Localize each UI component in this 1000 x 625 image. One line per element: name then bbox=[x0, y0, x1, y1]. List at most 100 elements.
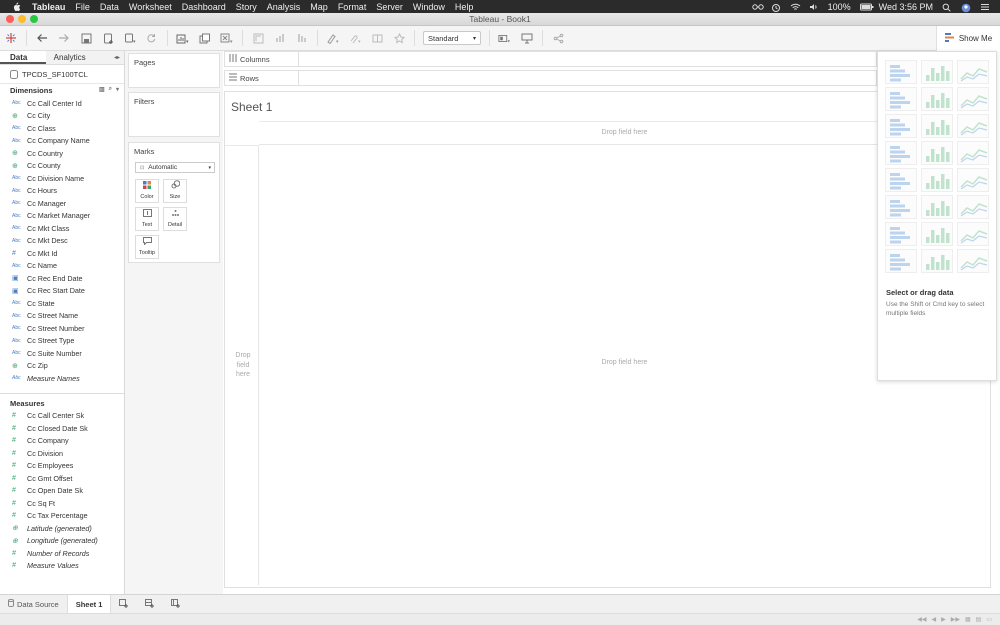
dimension-field[interactable]: Abc Cc Suite Number bbox=[0, 347, 124, 360]
columns-shelf[interactable]: Columns bbox=[224, 51, 877, 67]
measure-field[interactable]: ⊕ Longitude (generated) bbox=[0, 535, 124, 548]
text-button[interactable]: Text bbox=[135, 207, 159, 231]
chart-type-side-by-side-circles-icon[interactable] bbox=[957, 141, 989, 165]
chart-type-line-discrete-icon[interactable] bbox=[921, 168, 953, 192]
user-avatar-icon[interactable] bbox=[961, 3, 971, 12]
chevron-down-icon[interactable]: ▾ bbox=[116, 86, 119, 93]
chart-type-text-table-icon[interactable] bbox=[885, 60, 917, 84]
new-dashboard-tab-button[interactable] bbox=[137, 595, 163, 614]
dimension-field[interactable]: Abc Cc Mkt Desc bbox=[0, 235, 124, 248]
save-icon[interactable] bbox=[79, 31, 93, 45]
show-sheet-sorter-icon[interactable]: ▤ bbox=[976, 616, 982, 623]
chart-type-circle-view-icon[interactable] bbox=[921, 141, 953, 165]
measure-field[interactable]: # Cc Gmt Offset bbox=[0, 472, 124, 485]
show-cards-icon[interactable]: ▾ bbox=[498, 31, 512, 45]
sort-ascending-icon[interactable] bbox=[273, 31, 287, 45]
chart-type-gantt-chart-icon[interactable] bbox=[885, 249, 917, 273]
menu-analysis[interactable]: Analysis bbox=[267, 2, 301, 12]
menu-help[interactable]: Help bbox=[455, 2, 474, 12]
dimension-field[interactable]: ⊕ Cc County bbox=[0, 160, 124, 173]
chart-type-heat-map-icon[interactable] bbox=[921, 60, 953, 84]
sort-descending-icon[interactable] bbox=[295, 31, 309, 45]
tableau-logo-icon[interactable] bbox=[4, 31, 18, 45]
menubar-clock[interactable]: Wed 3:56 PM bbox=[879, 2, 933, 12]
wifi-icon[interactable] bbox=[790, 3, 800, 11]
detail-button[interactable]: Detail bbox=[163, 207, 187, 231]
dimension-field[interactable]: Abc Measure Names bbox=[0, 372, 124, 385]
spotlight-search-icon[interactable] bbox=[942, 3, 952, 12]
measure-field[interactable]: # Cc Closed Date Sk bbox=[0, 422, 124, 435]
show-filmstrip-icon[interactable]: ▦ bbox=[965, 616, 971, 623]
measure-field[interactable]: # Cc Call Center Sk bbox=[0, 410, 124, 423]
battery-icon[interactable] bbox=[859, 3, 874, 11]
measure-field[interactable]: # Number of Records bbox=[0, 547, 124, 560]
refresh-icon[interactable] bbox=[145, 31, 159, 45]
chart-type-side-by-side-bars-icon[interactable] bbox=[957, 114, 989, 138]
sheet-title[interactable]: Sheet 1 bbox=[231, 100, 272, 114]
duplicate-sheet-icon[interactable] bbox=[198, 31, 212, 45]
chart-type-bullet-graph-icon[interactable] bbox=[921, 249, 953, 273]
measure-field[interactable]: # Cc Company bbox=[0, 435, 124, 448]
tab-analytics[interactable]: Analytics ◂▸ bbox=[45, 51, 124, 65]
dimension-field[interactable]: Abc Cc Hours bbox=[0, 185, 124, 198]
dimension-field[interactable]: # Cc Mkt Id bbox=[0, 247, 124, 260]
clear-sheet-icon[interactable]: ▾ bbox=[220, 31, 234, 45]
presentation-mode-icon[interactable] bbox=[520, 31, 534, 45]
dimension-field[interactable]: Abc Cc Division Name bbox=[0, 172, 124, 185]
tooltip-button[interactable]: Tooltip bbox=[135, 235, 159, 259]
dimension-field[interactable]: Abc Cc Street Number bbox=[0, 322, 124, 335]
dimension-field[interactable]: Abc Cc Street Type bbox=[0, 335, 124, 348]
data-source-tab[interactable]: Data Source bbox=[0, 595, 67, 614]
chart-type-histogram-icon[interactable] bbox=[921, 222, 953, 246]
collapse-arrow-icon[interactable]: ◂▸ bbox=[114, 51, 120, 65]
measure-field[interactable]: # Measure Values bbox=[0, 560, 124, 573]
dimension-field[interactable]: Abc Cc Company Name bbox=[0, 135, 124, 148]
chart-type-scatter-plot-icon[interactable] bbox=[885, 222, 917, 246]
dimension-field[interactable]: Abc Cc Call Center Id bbox=[0, 97, 124, 110]
glasses-icon[interactable] bbox=[751, 3, 764, 11]
pages-card[interactable]: Pages bbox=[128, 53, 220, 88]
search-icon[interactable]: ⌕ bbox=[109, 86, 112, 93]
dimension-field[interactable]: ⊕ Cc Country bbox=[0, 147, 124, 160]
filters-card[interactable]: Filters bbox=[128, 92, 220, 137]
sheet-1-tab[interactable]: Sheet 1 bbox=[66, 594, 112, 614]
measure-field[interactable]: # Cc Employees bbox=[0, 460, 124, 473]
dimension-field[interactable]: ⊕ Cc City bbox=[0, 110, 124, 123]
menu-file[interactable]: File bbox=[75, 2, 90, 12]
chart-type-line-continuous-icon[interactable] bbox=[885, 168, 917, 192]
pin-icon[interactable] bbox=[392, 31, 406, 45]
volume-icon[interactable] bbox=[809, 3, 819, 11]
view-toggle-icon[interactable]: ▥ bbox=[99, 86, 105, 93]
dimension-field[interactable]: ▣ Cc Rec Start Date bbox=[0, 285, 124, 298]
close-window-button[interactable] bbox=[6, 15, 14, 23]
dimension-field[interactable]: ▣ Cc Rec End Date bbox=[0, 272, 124, 285]
menu-data[interactable]: Data bbox=[100, 2, 119, 12]
show-me-button[interactable]: Show Me bbox=[936, 26, 1000, 51]
chart-type-horizontal-bars-icon[interactable] bbox=[885, 114, 917, 138]
attach-icon[interactable]: ▾ bbox=[348, 31, 362, 45]
new-datasource-icon[interactable] bbox=[101, 31, 115, 45]
menu-worksheet[interactable]: Worksheet bbox=[129, 2, 172, 12]
menu-map[interactable]: Map bbox=[310, 2, 328, 12]
menu-dashboard[interactable]: Dashboard bbox=[182, 2, 226, 12]
show-tabs-icon[interactable]: ▭ bbox=[986, 616, 992, 623]
share-icon[interactable] bbox=[551, 31, 565, 45]
fit-select[interactable]: Standard ▾ bbox=[423, 31, 481, 45]
menu-app-name[interactable]: Tableau bbox=[32, 2, 65, 12]
dimension-field[interactable]: Abc Cc Manager bbox=[0, 197, 124, 210]
chart-type-stacked-bars-icon[interactable] bbox=[921, 114, 953, 138]
tab-data[interactable]: Data bbox=[0, 51, 46, 64]
pause-updates-icon[interactable]: ▾ bbox=[123, 31, 137, 45]
menu-server[interactable]: Server bbox=[376, 2, 403, 12]
dimension-field[interactable]: Abc Cc Mkt Class bbox=[0, 222, 124, 235]
mark-type-select[interactable]: ⊡ Automatic ▾ bbox=[135, 162, 215, 173]
dimension-field[interactable]: Abc Cc Name bbox=[0, 260, 124, 273]
chart-type-symbol-map-icon[interactable] bbox=[885, 87, 917, 111]
minimize-window-button[interactable] bbox=[18, 15, 26, 23]
next-sheet-icon[interactable]: ▶ bbox=[941, 616, 946, 623]
dimension-field[interactable]: Abc Cc Market Manager bbox=[0, 210, 124, 223]
chart-type-pie-chart-icon[interactable] bbox=[957, 87, 989, 111]
highlight-icon[interactable]: ▾ bbox=[326, 31, 340, 45]
chart-type-area-discrete-icon[interactable] bbox=[921, 195, 953, 219]
menu-window[interactable]: Window bbox=[413, 2, 445, 12]
